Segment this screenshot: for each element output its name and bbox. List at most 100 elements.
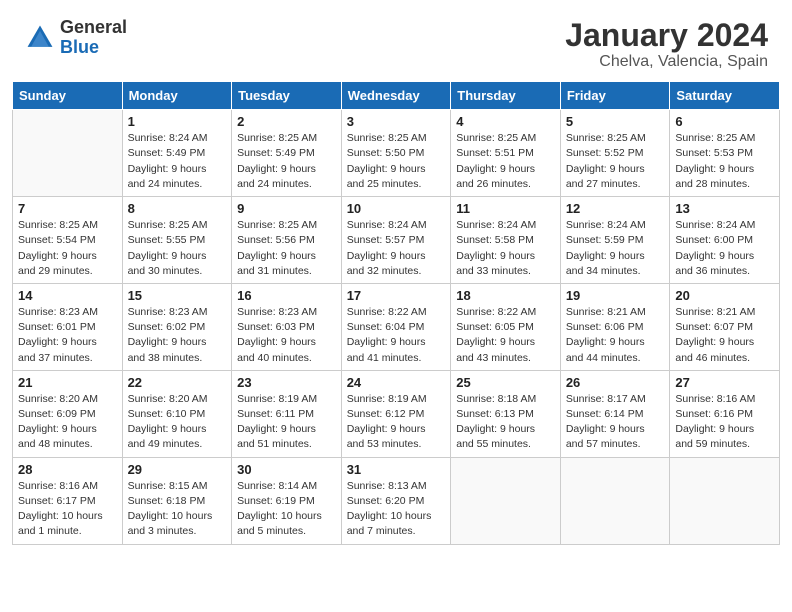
calendar-cell: 18 Sunrise: 8:22 AM Sunset: 6:05 PM Dayli… xyxy=(451,283,561,370)
logo-general: General xyxy=(60,18,127,38)
calendar-cell: 7Sunrise: 8:25 AM Sunset: 5:54 PM Daylig… xyxy=(13,197,123,284)
logo-text: General Blue xyxy=(60,18,127,58)
calendar-cell: 8 Sunrise: 8:25 AM Sunset: 5:55 PM Daylig… xyxy=(122,197,232,284)
day-info: Sunrise: 8:19 AM Sunset: 6:11 PM Dayligh… xyxy=(237,392,336,453)
day-info: Sunrise: 8:24 AM Sunset: 6:00 PM Dayligh… xyxy=(675,218,774,279)
day-info: Sunrise: 8:23 AM Sunset: 6:02 PM Dayligh… xyxy=(128,305,227,366)
day-info: Sunrise: 8:25 AM Sunset: 5:56 PM Dayligh… xyxy=(237,218,336,279)
day-info: Sunrise: 8:24 AM Sunset: 5:58 PM Dayligh… xyxy=(456,218,555,279)
day-number: 26 xyxy=(566,375,665,390)
calendar-cell: 27Sunrise: 8:16 AM Sunset: 6:16 PM Dayli… xyxy=(670,370,780,457)
day-number: 31 xyxy=(347,462,446,477)
day-info: Sunrise: 8:21 AM Sunset: 6:07 PM Dayligh… xyxy=(675,305,774,366)
day-info: Sunrise: 8:19 AM Sunset: 6:12 PM Dayligh… xyxy=(347,392,446,453)
calendar-cell: 24 Sunrise: 8:19 AM Sunset: 6:12 PM Dayli… xyxy=(341,370,451,457)
day-number: 30 xyxy=(237,462,336,477)
title-block: January 2024 Chelva, Valencia, Spain xyxy=(565,18,768,71)
weekday-header-monday: Monday xyxy=(122,82,232,110)
day-number: 13 xyxy=(675,201,774,216)
day-info: Sunrise: 8:14 AM Sunset: 6:19 PM Dayligh… xyxy=(237,479,336,540)
calendar-cell xyxy=(13,110,123,197)
weekday-header-row: SundayMondayTuesdayWednesdayThursdayFrid… xyxy=(13,82,780,110)
day-number: 24 xyxy=(347,375,446,390)
day-info: Sunrise: 8:22 AM Sunset: 6:05 PM Dayligh… xyxy=(456,305,555,366)
calendar-cell: 19 Sunrise: 8:21 AM Sunset: 6:06 PM Dayli… xyxy=(560,283,670,370)
week-row-1: 1 Sunrise: 8:24 AM Sunset: 5:49 PM Daylig… xyxy=(13,110,780,197)
day-number: 29 xyxy=(128,462,227,477)
day-info: Sunrise: 8:25 AM Sunset: 5:49 PM Dayligh… xyxy=(237,131,336,192)
calendar-cell: 10Sunrise: 8:24 AM Sunset: 5:57 PM Dayli… xyxy=(341,197,451,284)
day-number: 17 xyxy=(347,288,446,303)
day-info: Sunrise: 8:24 AM Sunset: 5:59 PM Dayligh… xyxy=(566,218,665,279)
weekday-header-wednesday: Wednesday xyxy=(341,82,451,110)
weekday-header-friday: Friday xyxy=(560,82,670,110)
calendar-cell: 31Sunrise: 8:13 AM Sunset: 6:20 PM Dayli… xyxy=(341,457,451,544)
calendar-cell: 2 Sunrise: 8:25 AM Sunset: 5:49 PM Daylig… xyxy=(232,110,342,197)
day-number: 16 xyxy=(237,288,336,303)
calendar-cell: 13 Sunrise: 8:24 AM Sunset: 6:00 PM Dayli… xyxy=(670,197,780,284)
day-number: 18 xyxy=(456,288,555,303)
calendar-cell: 17 Sunrise: 8:22 AM Sunset: 6:04 PM Dayli… xyxy=(341,283,451,370)
calendar-cell: 25 Sunrise: 8:18 AM Sunset: 6:13 PM Dayli… xyxy=(451,370,561,457)
day-info: Sunrise: 8:25 AM Sunset: 5:54 PM Dayligh… xyxy=(18,218,117,279)
day-number: 8 xyxy=(128,201,227,216)
calendar-cell: 9Sunrise: 8:25 AM Sunset: 5:56 PM Daylig… xyxy=(232,197,342,284)
weekday-header-thursday: Thursday xyxy=(451,82,561,110)
calendar-cell: 29 Sunrise: 8:15 AM Sunset: 6:18 PM Dayli… xyxy=(122,457,232,544)
day-number: 28 xyxy=(18,462,117,477)
day-number: 20 xyxy=(675,288,774,303)
calendar-cell: 12 Sunrise: 8:24 AM Sunset: 5:59 PM Dayli… xyxy=(560,197,670,284)
calendar-cell: 6Sunrise: 8:25 AM Sunset: 5:53 PM Daylig… xyxy=(670,110,780,197)
weekday-header-tuesday: Tuesday xyxy=(232,82,342,110)
day-number: 11 xyxy=(456,201,555,216)
day-number: 10 xyxy=(347,201,446,216)
day-info: Sunrise: 8:23 AM Sunset: 6:03 PM Dayligh… xyxy=(237,305,336,366)
day-info: Sunrise: 8:25 AM Sunset: 5:52 PM Dayligh… xyxy=(566,131,665,192)
weekday-header-saturday: Saturday xyxy=(670,82,780,110)
day-info: Sunrise: 8:23 AM Sunset: 6:01 PM Dayligh… xyxy=(18,305,117,366)
day-info: Sunrise: 8:22 AM Sunset: 6:04 PM Dayligh… xyxy=(347,305,446,366)
day-number: 19 xyxy=(566,288,665,303)
day-info: Sunrise: 8:25 AM Sunset: 5:50 PM Dayligh… xyxy=(347,131,446,192)
day-info: Sunrise: 8:25 AM Sunset: 5:51 PM Dayligh… xyxy=(456,131,555,192)
day-number: 27 xyxy=(675,375,774,390)
day-number: 4 xyxy=(456,114,555,129)
calendar-cell: 14Sunrise: 8:23 AM Sunset: 6:01 PM Dayli… xyxy=(13,283,123,370)
week-row-3: 14Sunrise: 8:23 AM Sunset: 6:01 PM Dayli… xyxy=(13,283,780,370)
logo: General Blue xyxy=(24,18,127,58)
day-number: 23 xyxy=(237,375,336,390)
day-number: 2 xyxy=(237,114,336,129)
day-info: Sunrise: 8:18 AM Sunset: 6:13 PM Dayligh… xyxy=(456,392,555,453)
calendar-cell: 28 Sunrise: 8:16 AM Sunset: 6:17 PM Dayli… xyxy=(13,457,123,544)
day-info: Sunrise: 8:21 AM Sunset: 6:06 PM Dayligh… xyxy=(566,305,665,366)
day-info: Sunrise: 8:17 AM Sunset: 6:14 PM Dayligh… xyxy=(566,392,665,453)
calendar-cell: 11 Sunrise: 8:24 AM Sunset: 5:58 PM Dayli… xyxy=(451,197,561,284)
day-info: Sunrise: 8:25 AM Sunset: 5:55 PM Dayligh… xyxy=(128,218,227,279)
calendar-cell: 5 Sunrise: 8:25 AM Sunset: 5:52 PM Daylig… xyxy=(560,110,670,197)
calendar-cell: 20 Sunrise: 8:21 AM Sunset: 6:07 PM Dayli… xyxy=(670,283,780,370)
calendar-cell: 1 Sunrise: 8:24 AM Sunset: 5:49 PM Daylig… xyxy=(122,110,232,197)
day-info: Sunrise: 8:15 AM Sunset: 6:18 PM Dayligh… xyxy=(128,479,227,540)
calendar-cell: 26 Sunrise: 8:17 AM Sunset: 6:14 PM Dayli… xyxy=(560,370,670,457)
weekday-header-sunday: Sunday xyxy=(13,82,123,110)
calendar-cell: 4 Sunrise: 8:25 AM Sunset: 5:51 PM Daylig… xyxy=(451,110,561,197)
calendar-cell: 16 Sunrise: 8:23 AM Sunset: 6:03 PM Dayli… xyxy=(232,283,342,370)
week-row-2: 7Sunrise: 8:25 AM Sunset: 5:54 PM Daylig… xyxy=(13,197,780,284)
day-info: Sunrise: 8:24 AM Sunset: 5:49 PM Dayligh… xyxy=(128,131,227,192)
calendar-cell xyxy=(670,457,780,544)
calendar-table: SundayMondayTuesdayWednesdayThursdayFrid… xyxy=(12,81,780,544)
day-number: 12 xyxy=(566,201,665,216)
page-header: General Blue January 2024 Chelva, Valenc… xyxy=(0,0,792,81)
calendar-cell: 21Sunrise: 8:20 AM Sunset: 6:09 PM Dayli… xyxy=(13,370,123,457)
calendar-cell: 3Sunrise: 8:25 AM Sunset: 5:50 PM Daylig… xyxy=(341,110,451,197)
logo-icon xyxy=(24,22,56,54)
day-number: 1 xyxy=(128,114,227,129)
day-info: Sunrise: 8:20 AM Sunset: 6:09 PM Dayligh… xyxy=(18,392,117,453)
day-info: Sunrise: 8:20 AM Sunset: 6:10 PM Dayligh… xyxy=(128,392,227,453)
day-number: 5 xyxy=(566,114,665,129)
day-info: Sunrise: 8:16 AM Sunset: 6:17 PM Dayligh… xyxy=(18,479,117,540)
month-year: January 2024 xyxy=(565,18,768,53)
day-number: 25 xyxy=(456,375,555,390)
week-row-4: 21Sunrise: 8:20 AM Sunset: 6:09 PM Dayli… xyxy=(13,370,780,457)
week-row-5: 28 Sunrise: 8:16 AM Sunset: 6:17 PM Dayli… xyxy=(13,457,780,544)
